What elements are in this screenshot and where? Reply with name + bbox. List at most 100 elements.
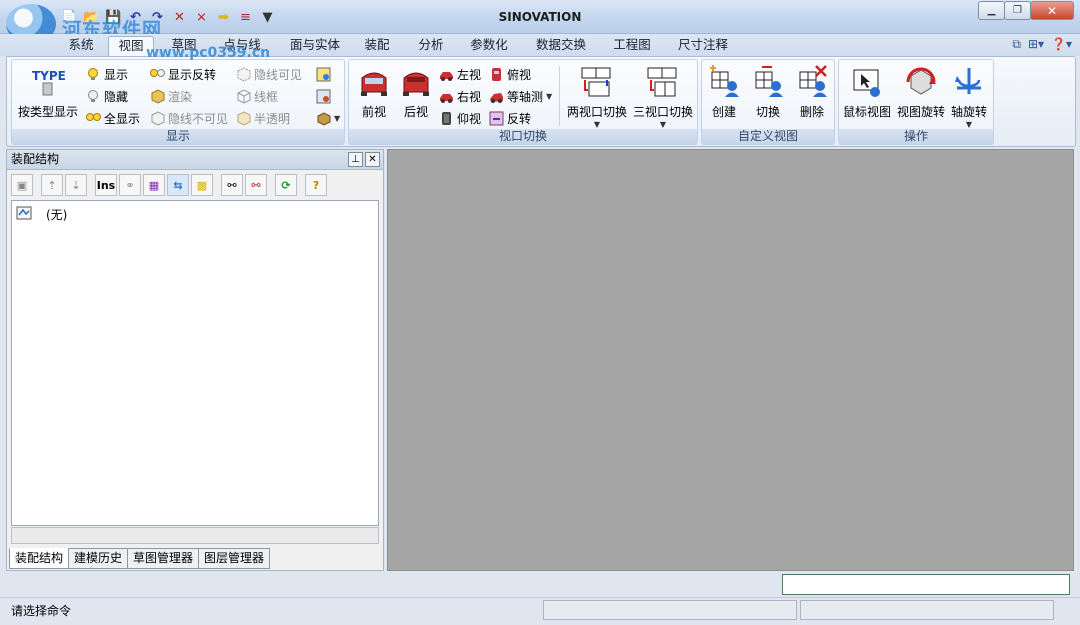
translucent-button[interactable]: 半透明	[236, 108, 290, 128]
display-extra-2-button[interactable]	[316, 86, 331, 106]
status-pane-2	[800, 600, 1054, 620]
grid-purple-icon[interactable]: ▦	[143, 174, 165, 196]
cube-translucent-icon	[236, 110, 251, 126]
car-top-icon	[489, 67, 504, 82]
car-front-icon	[356, 64, 392, 100]
dropdown-arrow-icon: ▼	[334, 113, 341, 123]
refresh-icon[interactable]: ⟳	[275, 174, 297, 196]
show-invert-button[interactable]: 显示反转	[150, 64, 216, 84]
binoculars-red-icon[interactable]: ⚯	[245, 174, 267, 196]
lightbulb-invert-icon	[150, 67, 165, 82]
panel-close-icon[interactable]: ✕	[365, 152, 380, 167]
transfer-icon[interactable]: ⇆	[167, 174, 189, 196]
three-viewport-dropdown-icon[interactable]: ▼	[631, 120, 695, 129]
three-viewport-button[interactable]: 三视口切换 ▼	[631, 64, 695, 129]
isometric-view-button[interactable]: 等轴测 ▼	[489, 86, 552, 106]
help-icon[interactable]: ❓▾	[1051, 37, 1072, 52]
bottom-view-button[interactable]: 仰视	[439, 108, 481, 128]
show-label: 显示	[104, 67, 129, 82]
box-icon	[316, 111, 331, 126]
two-viewport-button[interactable]: 两视口切换 ▼	[565, 64, 629, 129]
front-view-button[interactable]: 前视	[351, 64, 397, 120]
right-view-button[interactable]: 右视	[439, 86, 481, 106]
panel-tabs: 装配结构 建模历史 草图管理器 图层管理器	[9, 548, 271, 569]
hidden-visible-button[interactable]: 隐线可见	[236, 64, 302, 84]
three-viewport-icon	[645, 64, 681, 100]
wireframe-button[interactable]: 线框	[236, 86, 278, 106]
watermark-url: www.pc0359.cn	[146, 45, 271, 61]
title-bar: 📄 📂 💾 ↶ ↷ ✕ ⨯ ➡ ≡ ▼ 河东软件网 SINOVATION ▁ ❐…	[0, 0, 1080, 44]
tree-item[interactable]: (无)	[16, 205, 67, 224]
two-viewport-label: 两视口切换	[566, 105, 627, 119]
three-viewport-label: 三视口切换	[632, 105, 693, 119]
isometric-view-label: 等轴测	[507, 89, 544, 104]
assembly-node-icon	[16, 205, 32, 224]
create-view-button[interactable]: 创建	[702, 64, 746, 120]
window-arrange-icon[interactable]: ⊞▾	[1028, 37, 1044, 52]
help-question-icon[interactable]: ?	[305, 174, 327, 196]
tab-assembly-structure[interactable]: 装配结构	[9, 548, 70, 569]
components-icon[interactable]: ⚭	[119, 174, 141, 196]
reverse-icon	[489, 111, 504, 126]
layout-icon[interactable]: ⧉	[1012, 37, 1021, 52]
window-controls: ▁ ❐ ✕	[978, 1, 1074, 20]
svg-text:TYPE: TYPE	[32, 69, 66, 83]
graphics-viewport[interactable]	[387, 149, 1074, 571]
show-invert-label: 显示反转	[168, 67, 217, 82]
close-button[interactable]: ✕	[1030, 1, 1074, 20]
mouse-view-icon	[849, 64, 885, 100]
command-input[interactable]	[782, 574, 1070, 595]
render-button[interactable]: 渲染	[150, 86, 192, 106]
show-button[interactable]: 显示	[86, 64, 128, 84]
minimize-button[interactable]: ▁	[978, 1, 1005, 20]
tab-modeling-history[interactable]: 建模历史	[68, 548, 129, 569]
two-viewport-dropdown-icon[interactable]: ▼	[565, 120, 629, 129]
tab-assembly[interactable]: 装配	[354, 36, 400, 56]
display-extra-3-button[interactable]: ▼	[316, 108, 340, 128]
move-up-icon[interactable]: ⇡	[41, 174, 63, 196]
tab-drawing[interactable]: 工程图	[604, 36, 660, 56]
horizontal-scrollbar[interactable]	[11, 527, 379, 544]
tab-sketch-manager[interactable]: 草图管理器	[127, 548, 200, 569]
tab-layer-manager[interactable]: 图层管理器	[198, 548, 271, 569]
hidden-invisible-button[interactable]: 隐线不可见	[150, 108, 228, 128]
lightbulb-icon	[86, 67, 101, 82]
insert-icon[interactable]: Ins	[95, 174, 117, 196]
tab-parametric[interactable]: 参数化	[461, 36, 517, 56]
lightbulb-off-icon	[86, 89, 101, 104]
type-display-button[interactable]: TYPE 按类型显示	[14, 64, 82, 120]
panel-title: 装配结构	[7, 150, 383, 170]
switch-view-button[interactable]: 切换	[746, 64, 790, 120]
left-view-button[interactable]: 左视	[439, 64, 481, 84]
tab-system[interactable]: 系统	[58, 36, 104, 56]
save-structure-icon[interactable]: ▣	[11, 174, 33, 196]
axis-rotate-dropdown-icon[interactable]: ▼	[943, 120, 995, 129]
maximize-button[interactable]: ❐	[1004, 1, 1031, 20]
tiles-yellow-icon[interactable]: ▩	[191, 174, 213, 196]
axis-rotate-button[interactable]: 轴旋转 ▼	[943, 64, 995, 129]
isometric-dropdown-icon[interactable]: ▼	[546, 92, 552, 101]
tab-dimension[interactable]: 尺寸注释	[670, 36, 736, 56]
reverse-view-button[interactable]: 反转	[489, 108, 531, 128]
group-custom-view: 创建 切换 删除 自定义视图	[701, 59, 835, 145]
move-down-icon[interactable]: ⇣	[65, 174, 87, 196]
tab-surface-solid[interactable]: 面与实体	[282, 36, 348, 56]
binoculars-icon[interactable]: ⚯	[221, 174, 243, 196]
pin-icon[interactable]: ⊥	[348, 152, 363, 167]
mouse-view-button[interactable]: 鼠标视图	[839, 64, 895, 120]
top-view-button[interactable]: 俯视	[489, 64, 531, 84]
tab-data-exchange[interactable]: 数据交换	[528, 36, 594, 56]
cube-select-icon	[316, 89, 331, 104]
display-extra-1-button[interactable]	[316, 64, 331, 84]
tree-item-label: (无)	[46, 208, 68, 222]
cube-dashed-icon	[236, 66, 251, 82]
command-bar	[0, 572, 1080, 596]
create-view-icon	[706, 64, 742, 100]
hide-button[interactable]: 隐藏	[86, 86, 128, 106]
tab-analysis[interactable]: 分析	[408, 36, 454, 56]
hide-label: 隐藏	[104, 89, 129, 104]
back-view-button[interactable]: 后视	[393, 64, 439, 120]
show-all-button[interactable]: 全显示	[86, 108, 140, 128]
view-rotate-button[interactable]: 视图旋转	[893, 64, 949, 120]
delete-view-button[interactable]: 删除	[790, 64, 834, 120]
